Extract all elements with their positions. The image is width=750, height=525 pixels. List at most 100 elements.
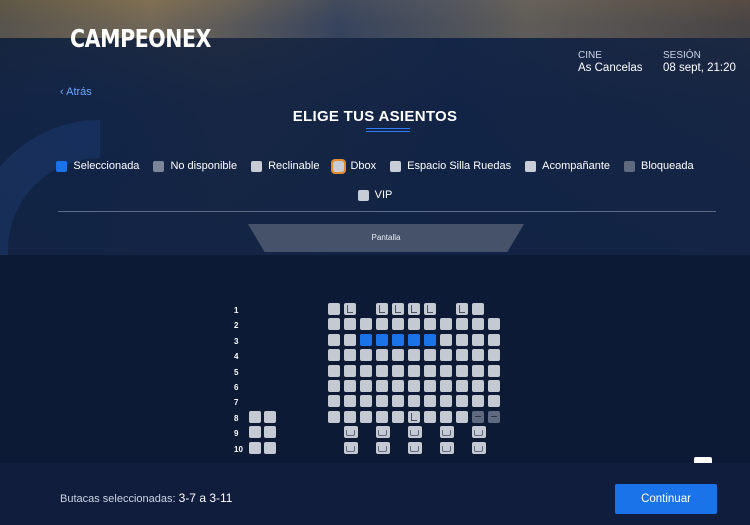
seat[interactable]	[392, 410, 404, 423]
seat[interactable]	[344, 318, 356, 331]
vip-seat[interactable]	[440, 426, 454, 439]
seat[interactable]	[472, 349, 484, 362]
seat[interactable]	[456, 349, 468, 362]
vip-seat[interactable]	[408, 441, 422, 454]
seat[interactable]	[328, 364, 340, 377]
seat[interactable]	[360, 395, 372, 408]
seat[interactable]	[376, 364, 388, 377]
seat[interactable]	[424, 410, 436, 423]
seat[interactable]	[424, 318, 436, 331]
seat[interactable]	[408, 318, 420, 331]
back-link[interactable]: ‹ Atrás	[60, 86, 92, 98]
seat[interactable]	[488, 395, 500, 408]
seat[interactable]	[408, 349, 420, 362]
selected-seat[interactable]	[408, 333, 420, 346]
wheelchair-seat[interactable]	[424, 303, 436, 315]
seat[interactable]	[328, 333, 340, 346]
seat[interactable]	[488, 349, 500, 362]
seat[interactable]	[328, 410, 340, 423]
selected-seat[interactable]	[376, 333, 388, 346]
seat[interactable]	[360, 349, 372, 362]
seat[interactable]	[344, 333, 356, 346]
seat[interactable]	[440, 395, 452, 408]
seat[interactable]	[328, 318, 340, 331]
seat[interactable]	[424, 364, 436, 377]
seat[interactable]	[249, 410, 261, 423]
seat[interactable]	[392, 380, 404, 392]
vip-seat[interactable]	[344, 441, 358, 454]
seat[interactable]	[424, 380, 436, 392]
seat[interactable]	[440, 364, 452, 377]
seat[interactable]	[264, 410, 276, 423]
seat[interactable]	[344, 364, 356, 377]
seat[interactable]	[440, 333, 452, 346]
seat[interactable]	[344, 349, 356, 362]
seat[interactable]	[344, 380, 356, 392]
wheelchair-seat[interactable]	[344, 303, 356, 315]
seat[interactable]	[488, 318, 500, 331]
seat[interactable]	[472, 364, 484, 377]
seat[interactable]	[472, 380, 484, 392]
seat[interactable]	[328, 303, 340, 315]
vip-seat[interactable]	[472, 426, 486, 439]
seat[interactable]	[456, 380, 468, 392]
vip-seat[interactable]	[376, 426, 390, 439]
seat[interactable]	[360, 410, 372, 423]
seat[interactable]	[408, 380, 420, 392]
seat[interactable]	[424, 395, 436, 408]
seat[interactable]	[456, 410, 468, 423]
wheelchair-seat[interactable]	[376, 303, 388, 315]
vip-seat[interactable]	[344, 426, 358, 439]
seat[interactable]	[328, 349, 340, 362]
seat[interactable]	[249, 441, 261, 454]
seat[interactable]	[392, 395, 404, 408]
seat[interactable]	[376, 318, 388, 331]
wheelchair-seat[interactable]	[408, 303, 420, 315]
seat[interactable]	[440, 380, 452, 392]
seat[interactable]	[392, 318, 404, 331]
seat[interactable]	[472, 303, 484, 315]
vip-seat[interactable]	[376, 441, 390, 454]
seat[interactable]	[408, 364, 420, 377]
seat[interactable]	[376, 380, 388, 392]
brand-logo[interactable]: CAMPEONEX	[70, 24, 211, 53]
seat[interactable]	[456, 395, 468, 408]
blocked-seat[interactable]	[472, 410, 484, 423]
vip-seat[interactable]	[440, 441, 454, 454]
seat[interactable]	[392, 349, 404, 362]
seat[interactable]	[360, 318, 372, 331]
wheelchair-seat[interactable]	[392, 303, 404, 315]
seat[interactable]	[440, 410, 452, 423]
seat[interactable]	[344, 410, 356, 423]
selected-seat[interactable]	[360, 333, 372, 346]
wheelchair-seat[interactable]	[456, 303, 468, 315]
seat[interactable]	[360, 364, 372, 377]
vip-seat[interactable]	[408, 426, 422, 439]
seat[interactable]	[488, 333, 500, 346]
seat[interactable]	[456, 333, 468, 346]
blocked-seat[interactable]	[488, 410, 500, 423]
seat[interactable]	[488, 364, 500, 377]
seat[interactable]	[376, 349, 388, 362]
seat[interactable]	[264, 426, 276, 439]
seat[interactable]	[376, 410, 388, 423]
selected-seat[interactable]	[424, 333, 436, 346]
seat[interactable]	[249, 426, 261, 439]
seat[interactable]	[472, 395, 484, 408]
selected-seat[interactable]	[392, 333, 404, 346]
seat[interactable]	[472, 318, 484, 331]
seat[interactable]	[392, 364, 404, 377]
seat[interactable]	[360, 380, 372, 392]
seat[interactable]	[440, 349, 452, 362]
vip-seat[interactable]	[472, 441, 486, 454]
seat[interactable]	[440, 318, 452, 331]
continue-button[interactable]: Continuar	[615, 484, 717, 514]
seat[interactable]	[344, 395, 356, 408]
seat[interactable]	[376, 395, 388, 408]
seat[interactable]	[328, 395, 340, 408]
wheelchair-seat[interactable]	[408, 410, 420, 423]
seat[interactable]	[456, 318, 468, 331]
seat[interactable]	[488, 380, 500, 392]
seat[interactable]	[328, 380, 340, 392]
seat[interactable]	[472, 333, 484, 346]
